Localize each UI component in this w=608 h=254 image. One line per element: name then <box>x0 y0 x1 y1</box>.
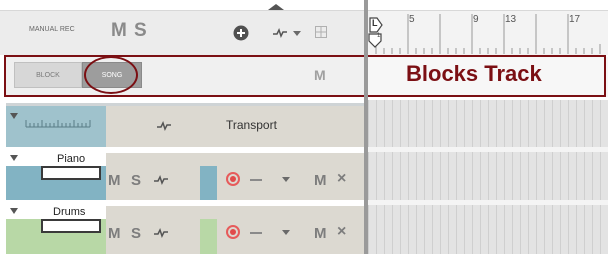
drums-automation-icon[interactable] <box>153 228 169 238</box>
header-timeline-divider[interactable] <box>364 0 368 254</box>
top-strip <box>0 0 366 10</box>
ruler-bar-number: 9 <box>473 14 479 25</box>
record-dot-icon <box>230 176 236 182</box>
global-solo-button[interactable]: S <box>134 20 147 42</box>
piano-track-mute-button[interactable]: M <box>314 172 327 189</box>
piano-instrument-icon[interactable] <box>41 166 101 180</box>
blocks-separator <box>0 97 366 100</box>
drums-instrument-icon[interactable] <box>41 219 101 233</box>
drums-solo-button[interactable]: S <box>131 225 141 242</box>
piano-track-color-tab <box>200 166 217 200</box>
grid-row-separator <box>368 200 608 205</box>
add-track-icon[interactable] <box>233 25 249 41</box>
grid-icon[interactable] <box>315 26 327 38</box>
piano-expand-icon[interactable] <box>10 155 18 161</box>
record-dot-icon <box>230 229 236 235</box>
piano-track-name[interactable]: Piano <box>57 153 85 165</box>
automation-dropdown-icon[interactable] <box>293 31 301 36</box>
piano-record-arm-button[interactable] <box>226 172 240 186</box>
piano-input-monitor-icon[interactable] <box>250 179 262 181</box>
ruler-bar-number: 5 <box>409 14 415 25</box>
piano-mute-button[interactable]: M <box>108 172 121 189</box>
piano-automation-icon[interactable] <box>153 175 169 185</box>
transport-expand-icon[interactable] <box>10 113 18 119</box>
transport-automation-icon[interactable] <box>156 121 172 131</box>
drums-input-monitor-icon[interactable] <box>250 232 262 234</box>
piano-input-dropdown-icon[interactable] <box>282 177 290 182</box>
drums-input-dropdown-icon[interactable] <box>282 230 290 235</box>
ruler-bar-number: 17 <box>569 14 581 25</box>
drums-expand-icon[interactable] <box>10 208 18 214</box>
manual-rec-label: MANUAL REC <box>29 26 75 33</box>
automation-icon[interactable] <box>272 28 288 38</box>
drums-record-arm-button[interactable] <box>226 225 240 239</box>
piano-solo-button[interactable]: S <box>131 172 141 189</box>
global-mute-button[interactable]: M <box>111 20 127 42</box>
blocks-track-highlight-box <box>4 55 606 97</box>
transport-meter-icon <box>25 120 91 128</box>
playhead-position-label: 1 <box>377 33 381 39</box>
drums-mute-button[interactable]: M <box>108 225 121 242</box>
drums-track-name[interactable]: Drums <box>53 206 85 218</box>
transport-track-name: Transport <box>226 118 277 132</box>
ruler-bar-number: 13 <box>505 14 517 25</box>
piano-delete-button[interactable]: × <box>337 170 346 188</box>
drums-track-color-tab <box>200 219 217 254</box>
loop-marker-label: L <box>372 18 378 28</box>
arrangement-grid[interactable] <box>368 100 608 254</box>
grid-row-separator <box>368 147 608 152</box>
drums-track-mute-button[interactable]: M <box>314 225 327 242</box>
drums-delete-button[interactable]: × <box>337 223 346 241</box>
